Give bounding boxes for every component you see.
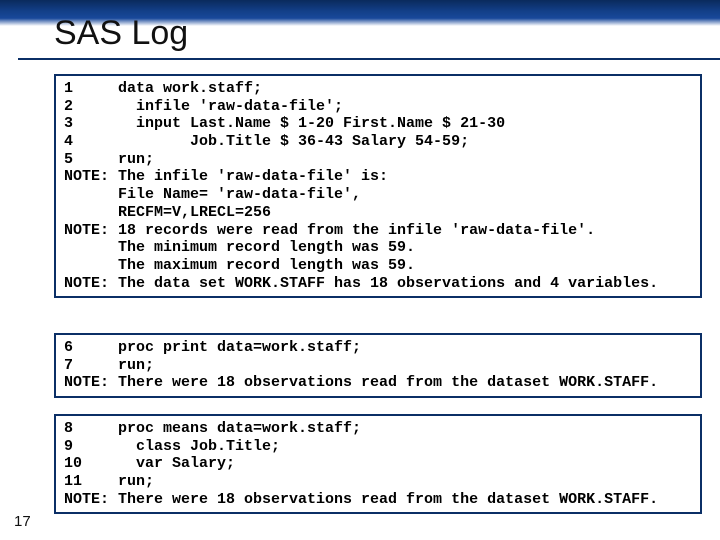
slide-number: 17: [14, 513, 31, 530]
log-block-2: 6 proc print data=work.staff; 7 run; NOT…: [54, 333, 702, 398]
log-block-1: 1 data work.staff; 2 infile 'raw-data-fi…: [54, 74, 702, 298]
log-block-3: 8 proc means data=work.staff; 9 class Jo…: [54, 414, 702, 514]
page-title: SAS Log: [54, 14, 188, 53]
slide: SAS Log 1 data work.staff; 2 infile 'raw…: [0, 0, 720, 540]
title-underline: [18, 58, 720, 60]
